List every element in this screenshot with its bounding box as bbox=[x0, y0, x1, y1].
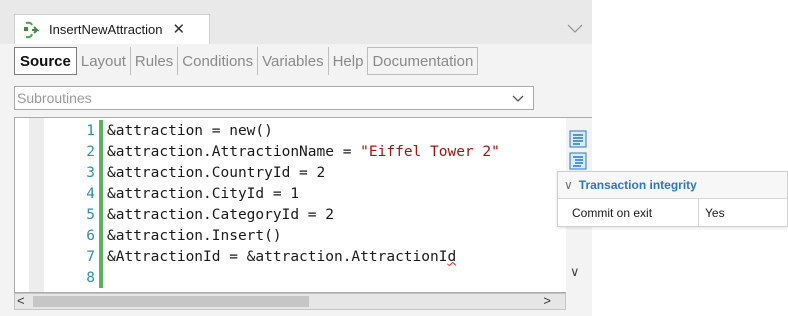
scroll-right-arrow[interactable]: > bbox=[543, 293, 551, 308]
code-line[interactable]: 7 &AttractionId = &attraction.AttractionI… bbox=[45, 246, 456, 267]
editor-subtabs: Source Layout Rules Conditions Variables… bbox=[14, 47, 479, 75]
property-name: Commit on exit bbox=[558, 199, 699, 227]
tab-conditions[interactable]: Conditions bbox=[178, 47, 259, 75]
properties-popup: ∨ Transaction integrity Commit on exit Y… bbox=[557, 171, 788, 227]
string-literal: "Eiffel Tower 2" bbox=[360, 143, 500, 160]
scroll-down-arrow[interactable]: ∨ bbox=[570, 264, 580, 280]
property-category-title: Transaction integrity bbox=[578, 178, 697, 192]
line-number: 1 bbox=[86, 122, 95, 139]
source-editor-window: InsertNewAttraction ✕ Source Layout Rule… bbox=[0, 0, 592, 316]
subroutines-select[interactable]: Subroutines bbox=[14, 86, 534, 110]
tab-help[interactable]: Help bbox=[329, 47, 369, 75]
scrollbar-thumb[interactable] bbox=[33, 296, 309, 307]
code-line[interactable]: 6 &attraction.Insert() bbox=[45, 225, 282, 246]
line-number: 6 bbox=[86, 227, 95, 244]
horizontal-scrollbar[interactable]: < > bbox=[14, 293, 566, 310]
transaction-icon bbox=[24, 21, 39, 38]
line-number: 2 bbox=[86, 143, 95, 160]
close-icon[interactable]: ✕ bbox=[172, 22, 185, 37]
property-category[interactable]: ∨ Transaction integrity bbox=[558, 172, 787, 199]
code-text[interactable]: &attraction.CityId = 1 bbox=[107, 186, 299, 202]
gutter-margin bbox=[29, 118, 44, 292]
code-line[interactable]: 1 &attraction = new() bbox=[45, 120, 273, 141]
error-token: d bbox=[447, 248, 457, 265]
code-token: &attraction.CategoryId = 2 bbox=[107, 206, 334, 223]
code-token: &attraction.CountryId = 2 bbox=[107, 164, 326, 181]
chevron-down-icon[interactable]: ∨ bbox=[564, 178, 573, 192]
code-text[interactable]: &attraction = new() bbox=[107, 123, 273, 139]
line-number: 5 bbox=[86, 206, 95, 223]
tab-layout[interactable]: Layout bbox=[77, 47, 131, 75]
code-line[interactable]: 3 &attraction.CountryId = 2 bbox=[45, 162, 325, 183]
tab-variables[interactable]: Variables bbox=[258, 47, 329, 75]
property-value[interactable]: Yes bbox=[699, 206, 725, 220]
tab-source[interactable]: Source bbox=[14, 47, 77, 75]
code-token: &attraction = new() bbox=[107, 122, 273, 139]
code-token: &attraction.CityId = 1 bbox=[107, 185, 300, 202]
document-tab[interactable]: InsertNewAttraction ✕ bbox=[14, 14, 210, 44]
change-bar bbox=[99, 141, 103, 162]
change-bar bbox=[99, 183, 103, 204]
change-bar bbox=[99, 225, 103, 246]
code-text[interactable]: &attraction.CountryId = 2 bbox=[107, 165, 325, 181]
chevron-down-icon bbox=[512, 95, 524, 102]
document-tab-title: InsertNewAttraction bbox=[49, 22, 163, 37]
change-bar bbox=[99, 246, 103, 267]
code-token: &AttractionId = &attraction.AttractionI bbox=[107, 248, 448, 265]
code-text[interactable]: &attraction.Insert() bbox=[107, 228, 282, 244]
code-token: &attraction.Insert() bbox=[107, 227, 282, 244]
line-number: 4 bbox=[86, 185, 95, 202]
change-bar bbox=[99, 267, 103, 288]
code-line[interactable]: 4 &attraction.CityId = 1 bbox=[45, 183, 299, 204]
line-number: 8 bbox=[86, 269, 95, 286]
code-text[interactable]: &AttractionId = &attraction.AttractionId bbox=[107, 249, 456, 265]
line-number: 7 bbox=[86, 248, 95, 265]
subroutines-select-value: Subroutines bbox=[17, 90, 92, 106]
code-line[interactable]: 5 &attraction.CategoryId = 2 bbox=[45, 204, 334, 225]
outline-icon[interactable] bbox=[569, 152, 587, 170]
property-row[interactable]: Commit on exit Yes bbox=[558, 199, 787, 227]
line-number: 3 bbox=[86, 164, 95, 181]
tab-documentation[interactable]: Documentation bbox=[368, 47, 479, 75]
navigator-icon[interactable] bbox=[569, 130, 587, 148]
change-bar bbox=[99, 162, 103, 183]
code-text[interactable]: &attraction.AttractionName = "Eiffel Tow… bbox=[107, 144, 500, 160]
change-bar bbox=[99, 204, 103, 225]
scroll-left-arrow[interactable]: < bbox=[17, 293, 25, 308]
chevron-down-icon[interactable] bbox=[566, 20, 584, 38]
code-editor[interactable]: 1 &attraction = new() 2 &attraction.Attract… bbox=[14, 117, 566, 293]
tab-rules[interactable]: Rules bbox=[131, 47, 179, 75]
document-tab-strip: InsertNewAttraction ✕ bbox=[0, 0, 592, 44]
code-token: &attraction.AttractionName = bbox=[107, 143, 361, 160]
code-line[interactable]: 8 bbox=[45, 267, 107, 288]
change-bar bbox=[99, 120, 103, 141]
code-line[interactable]: 2 &attraction.AttractionName = "Eiffel To… bbox=[45, 141, 500, 162]
code-text[interactable]: &attraction.CategoryId = 2 bbox=[107, 207, 334, 223]
